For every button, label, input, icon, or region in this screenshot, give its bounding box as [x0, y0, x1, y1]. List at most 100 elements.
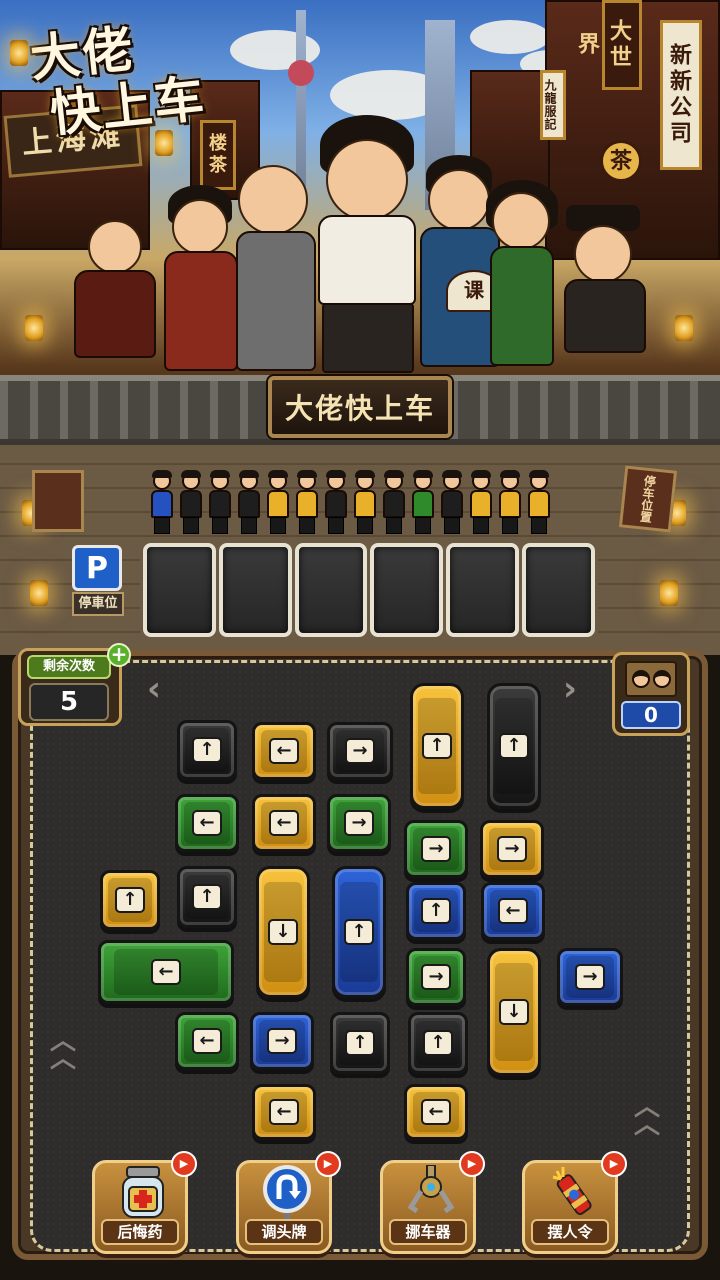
arrow-up-icon: ↑	[192, 884, 222, 910]
queued-passenger-yellow	[496, 470, 524, 536]
black-car-up[interactable]: ↑	[330, 1012, 390, 1074]
plaza-left-sign	[32, 470, 84, 532]
tea-round-sign: 茶	[600, 140, 642, 182]
blue-car-up[interactable]: ↑	[406, 882, 466, 940]
arrow-up-icon: ↑	[422, 733, 452, 759]
arrow-up-icon: ↑	[421, 898, 451, 924]
green-car-right[interactable]: →	[404, 820, 468, 878]
arrow-right-icon: →	[497, 836, 527, 862]
black-car-up[interactable]: ↑	[177, 720, 237, 780]
parking-label: 停車位	[72, 592, 124, 616]
black-car-up[interactable]: ↑	[177, 866, 237, 928]
black-car-right[interactable]: →	[327, 722, 393, 780]
yellow-car-right[interactable]: →	[480, 820, 544, 878]
arrow-right-icon: →	[344, 810, 374, 836]
arrow-left-icon: ←	[192, 810, 222, 836]
yellow-car-left[interactable]: ←	[252, 722, 316, 780]
undo-powerup-button[interactable]: 后悔药 ▶	[92, 1151, 197, 1254]
blue-car-up[interactable]: ↑	[332, 866, 386, 998]
character-gangster-hat	[556, 205, 656, 355]
board-right-arrow[interactable]: ›	[556, 670, 584, 710]
medicine-jar-icon	[115, 1165, 171, 1221]
yellow-car-down[interactable]: ↓	[487, 948, 541, 1076]
green-car-left[interactable]: ←	[98, 940, 234, 1004]
queued-passenger-black	[206, 470, 234, 536]
parking-slot-3	[294, 543, 368, 637]
parking-slot-6	[522, 543, 595, 637]
green-car-right[interactable]: →	[327, 794, 391, 852]
black-car-up[interactable]: ↑	[408, 1012, 468, 1074]
green-car-left[interactable]: ←	[175, 794, 239, 852]
queued-passenger-yellow	[293, 470, 321, 536]
yellow-car-up[interactable]: ↑	[410, 683, 464, 809]
queued-passenger-blue	[148, 470, 176, 536]
cloud	[470, 20, 550, 54]
uturn-powerup-button[interactable]: 调头牌 ▶	[236, 1151, 341, 1254]
add-moves-button[interactable]: +	[107, 643, 131, 667]
queued-passenger-yellow	[351, 470, 379, 536]
blue-car-left[interactable]: ←	[481, 882, 545, 940]
kowloon-sign: 九龍服記	[540, 70, 566, 140]
yellow-car-down[interactable]: ↓	[256, 866, 310, 998]
move-car-powerup-label: 挪车器	[389, 1219, 467, 1245]
arrow-left-icon: ←	[421, 1099, 451, 1125]
uturn-powerup-label: 调头牌	[245, 1219, 323, 1245]
arrow-left-icon: ←	[151, 959, 181, 985]
green-car-right[interactable]: →	[406, 948, 466, 1006]
yellow-car-left[interactable]: ←	[252, 1084, 316, 1140]
arrow-up-icon: ↑	[344, 919, 374, 945]
character-lady-qipao	[478, 180, 568, 370]
u-turn-sign-icon	[259, 1165, 315, 1221]
video-play-icon: ▶	[315, 1151, 341, 1177]
arrow-right-icon: →	[575, 964, 605, 990]
arrange-people-powerup-button[interactable]: 摆人令 ▶	[522, 1151, 627, 1254]
parking-sign: P	[72, 545, 122, 591]
moves-remaining-panel: 剩余次数 5 +	[18, 643, 131, 726]
arrow-left-icon: ←	[192, 1028, 222, 1054]
scroll-up-chevron-left-icon[interactable]: ︿ ︿	[46, 1028, 80, 1078]
street-lantern	[675, 315, 693, 341]
move-car-powerup-button[interactable]: 挪车器 ▶	[380, 1151, 485, 1254]
game-logo: 大佬 快上车	[27, 19, 250, 144]
arrow-down-icon: ↓	[499, 999, 529, 1025]
yellow-car-left[interactable]: ←	[404, 1084, 468, 1140]
queued-passenger-black	[177, 470, 205, 536]
parking-slot-1	[143, 543, 216, 637]
black-car-up[interactable]: ↑	[487, 683, 541, 809]
queued-passenger-yellow	[525, 470, 553, 536]
moves-remaining-label: 剩余次数	[27, 655, 111, 679]
yellow-car-left[interactable]: ←	[252, 794, 316, 852]
arrow-left-icon: ←	[269, 738, 299, 764]
queued-passenger-black	[322, 470, 350, 536]
video-play-icon: ▶	[459, 1151, 485, 1177]
green-car-left[interactable]: ←	[175, 1012, 239, 1070]
queued-passenger-yellow	[467, 470, 495, 536]
street-lantern	[155, 130, 173, 156]
big-world-sign: 大世界	[574, 0, 642, 90]
arrow-left-icon: ←	[498, 898, 528, 924]
queued-passenger-black	[235, 470, 263, 536]
arrow-left-icon: ←	[269, 1099, 299, 1125]
title-plaque: 大佬快上车	[268, 376, 452, 438]
tv-tower-sphere	[288, 60, 314, 86]
arrow-left-icon: ←	[269, 810, 299, 836]
arrow-up-icon: ↑	[345, 1030, 375, 1056]
moves-remaining-value: 5	[29, 683, 109, 721]
queued-passenger-black	[380, 470, 408, 536]
blue-car-right[interactable]: →	[557, 948, 623, 1006]
new-company-sign: 新新公司	[660, 20, 702, 170]
board-left-arrow[interactable]: ‹	[140, 670, 168, 710]
arrow-down-icon: ↓	[268, 919, 298, 945]
scroll-up-chevron-right-icon[interactable]: ︿ ︿	[630, 1094, 664, 1144]
passenger-counter-panel: 0	[612, 652, 690, 736]
passengers-icon	[625, 661, 677, 697]
queued-passenger-black	[438, 470, 466, 536]
yellow-car-up[interactable]: ↑	[100, 870, 160, 930]
arrow-up-icon: ↑	[115, 887, 145, 913]
blue-car-right[interactable]: →	[250, 1012, 314, 1070]
arrow-up-icon: ↑	[423, 1030, 453, 1056]
video-play-icon: ▶	[171, 1151, 197, 1177]
street-lantern	[25, 315, 43, 341]
arrow-right-icon: →	[421, 836, 451, 862]
queued-passenger-green	[409, 470, 437, 536]
